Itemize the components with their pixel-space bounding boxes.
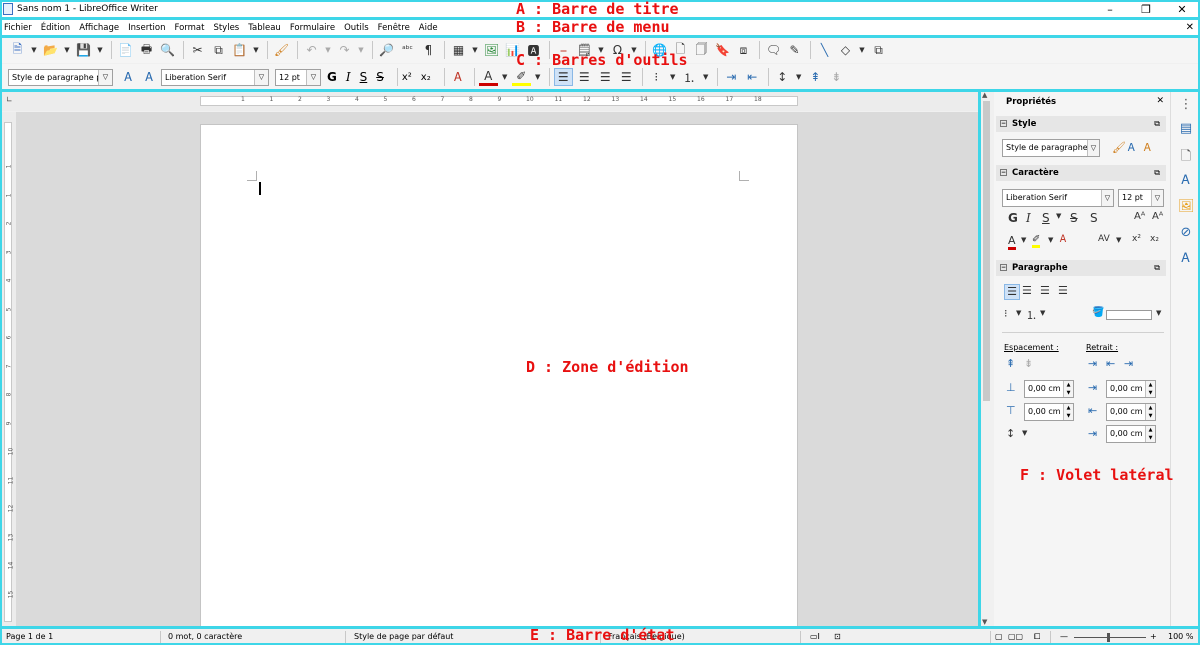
annotation-c: C : Barres d'outils: [516, 51, 688, 69]
annotation-b: B : Barre de menu: [516, 18, 670, 36]
edit-zone-frame: [0, 90, 980, 628]
annotation-a: A : Barre de titre: [516, 0, 679, 18]
annotation-e: E : Barre d'état: [530, 626, 675, 644]
annotation-d: D : Zone d'édition: [526, 358, 689, 376]
sidebar-frame: [979, 90, 1200, 628]
annotation-f: F : Volet latéral: [1020, 466, 1174, 484]
